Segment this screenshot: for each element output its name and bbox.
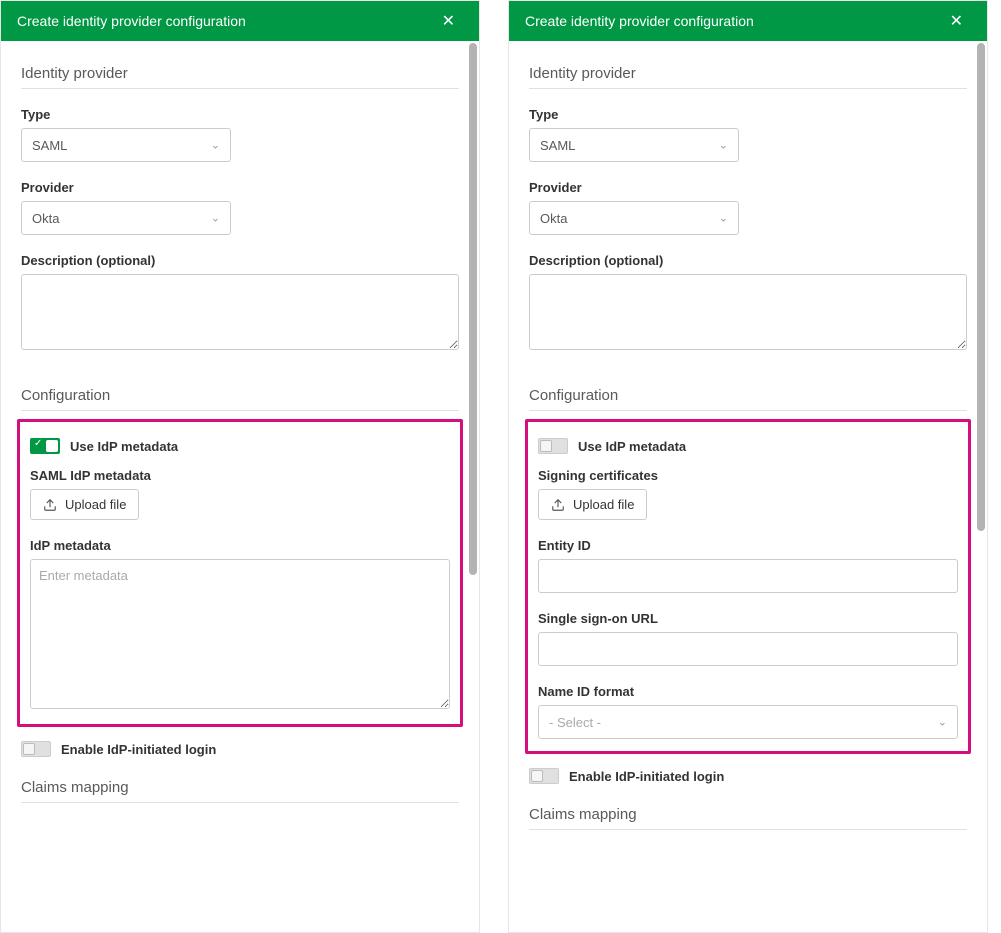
dialog-title: Create identity provider configuration bbox=[525, 13, 754, 29]
field-description: Description (optional) bbox=[529, 253, 967, 353]
nameid-placeholder: - Select - bbox=[549, 715, 601, 730]
scrollbar-thumb[interactable] bbox=[469, 43, 477, 575]
type-label: Type bbox=[529, 107, 967, 122]
upload-icon bbox=[43, 498, 57, 512]
panel-left: Create identity provider configuration ✕… bbox=[0, 0, 480, 933]
close-icon[interactable]: ✕ bbox=[942, 7, 971, 35]
toggle-idp-initiated[interactable] bbox=[529, 768, 559, 784]
toggle-idp-initiated-row: Enable IdP-initiated login bbox=[21, 741, 459, 757]
provider-label: Provider bbox=[21, 180, 459, 195]
scrollbar-thumb[interactable] bbox=[977, 43, 985, 531]
field-type: Type SAML ⌄ bbox=[529, 107, 967, 162]
provider-select[interactable]: Okta ⌄ bbox=[21, 201, 231, 235]
idp-metadata-label: IdP metadata bbox=[30, 538, 450, 553]
idp-metadata-textarea[interactable] bbox=[30, 559, 450, 709]
toggle-idp-initiated-label: Enable IdP-initiated login bbox=[569, 769, 724, 784]
toggle-idp-initiated-label: Enable IdP-initiated login bbox=[61, 742, 216, 757]
chevron-down-icon: ⌄ bbox=[211, 212, 220, 225]
toggle-use-idp-metadata-label: Use IdP metadata bbox=[578, 439, 686, 454]
toggle-use-idp-metadata[interactable] bbox=[538, 438, 568, 454]
section-claims-mapping: Claims mapping bbox=[21, 779, 459, 803]
scrollbar[interactable] bbox=[977, 43, 985, 930]
upload-icon bbox=[551, 498, 565, 512]
field-idp-metadata: IdP metadata bbox=[30, 538, 450, 712]
dialog-body: Identity provider Type SAML ⌄ Provider O… bbox=[1, 41, 479, 932]
signing-certificates-label: Signing certificates bbox=[538, 468, 958, 483]
scrollbar[interactable] bbox=[469, 43, 477, 930]
field-saml-metadata: SAML IdP metadata Upload file bbox=[30, 468, 450, 520]
section-claims-mapping: Claims mapping bbox=[529, 806, 967, 830]
upload-file-label: Upload file bbox=[573, 497, 634, 512]
chevron-down-icon: ⌄ bbox=[938, 716, 947, 729]
nameid-select[interactable]: - Select - ⌄ bbox=[538, 705, 958, 739]
sso-url-label: Single sign-on URL bbox=[538, 611, 958, 626]
provider-label: Provider bbox=[529, 180, 967, 195]
field-description: Description (optional) bbox=[21, 253, 459, 353]
section-configuration: Configuration bbox=[529, 387, 967, 411]
type-select[interactable]: SAML ⌄ bbox=[529, 128, 739, 162]
type-label: Type bbox=[21, 107, 459, 122]
type-value: SAML bbox=[540, 138, 575, 153]
dialog-title: Create identity provider configuration bbox=[17, 13, 246, 29]
saml-idp-metadata-label: SAML IdP metadata bbox=[30, 468, 450, 483]
toggle-use-idp-metadata[interactable] bbox=[30, 438, 60, 454]
description-label: Description (optional) bbox=[21, 253, 459, 268]
toggle-use-idp-metadata-row: Use IdP metadata bbox=[30, 438, 450, 454]
upload-file-button[interactable]: Upload file bbox=[538, 489, 647, 520]
field-provider: Provider Okta ⌄ bbox=[21, 180, 459, 235]
panel-right: Create identity provider configuration ✕… bbox=[508, 0, 988, 933]
chevron-down-icon: ⌄ bbox=[719, 212, 728, 225]
toggle-use-idp-metadata-row: Use IdP metadata bbox=[538, 438, 958, 454]
upload-file-button[interactable]: Upload file bbox=[30, 489, 139, 520]
field-signing-certificates: Signing certificates Upload file bbox=[538, 468, 958, 520]
field-sso-url: Single sign-on URL bbox=[538, 611, 958, 666]
dialog-header: Create identity provider configuration ✕ bbox=[509, 1, 987, 41]
section-identity-provider: Identity provider bbox=[529, 65, 967, 89]
close-icon[interactable]: ✕ bbox=[434, 7, 463, 35]
field-provider: Provider Okta ⌄ bbox=[529, 180, 967, 235]
toggle-use-idp-metadata-label: Use IdP metadata bbox=[70, 439, 178, 454]
chevron-down-icon: ⌄ bbox=[211, 139, 220, 152]
description-textarea[interactable] bbox=[529, 274, 967, 350]
chevron-down-icon: ⌄ bbox=[719, 139, 728, 152]
field-nameid: Name ID format - Select - ⌄ bbox=[538, 684, 958, 739]
highlight-box-right: Use IdP metadata Signing certificates Up… bbox=[525, 419, 971, 754]
sso-url-input[interactable] bbox=[538, 632, 958, 666]
entity-id-label: Entity ID bbox=[538, 538, 958, 553]
section-identity-provider: Identity provider bbox=[21, 65, 459, 89]
provider-value: Okta bbox=[32, 211, 59, 226]
field-entity-id: Entity ID bbox=[538, 538, 958, 593]
field-type: Type SAML ⌄ bbox=[21, 107, 459, 162]
type-select[interactable]: SAML ⌄ bbox=[21, 128, 231, 162]
toggle-idp-initiated-row: Enable IdP-initiated login bbox=[529, 768, 967, 784]
description-label: Description (optional) bbox=[529, 253, 967, 268]
section-configuration: Configuration bbox=[21, 387, 459, 411]
entity-id-input[interactable] bbox=[538, 559, 958, 593]
description-textarea[interactable] bbox=[21, 274, 459, 350]
provider-select[interactable]: Okta ⌄ bbox=[529, 201, 739, 235]
nameid-label: Name ID format bbox=[538, 684, 958, 699]
upload-file-label: Upload file bbox=[65, 497, 126, 512]
highlight-box-left: Use IdP metadata SAML IdP metadata Uploa… bbox=[17, 419, 463, 727]
dialog-header: Create identity provider configuration ✕ bbox=[1, 1, 479, 41]
type-value: SAML bbox=[32, 138, 67, 153]
dialog-body: Identity provider Type SAML ⌄ Provider O… bbox=[509, 41, 987, 932]
provider-value: Okta bbox=[540, 211, 567, 226]
toggle-idp-initiated[interactable] bbox=[21, 741, 51, 757]
